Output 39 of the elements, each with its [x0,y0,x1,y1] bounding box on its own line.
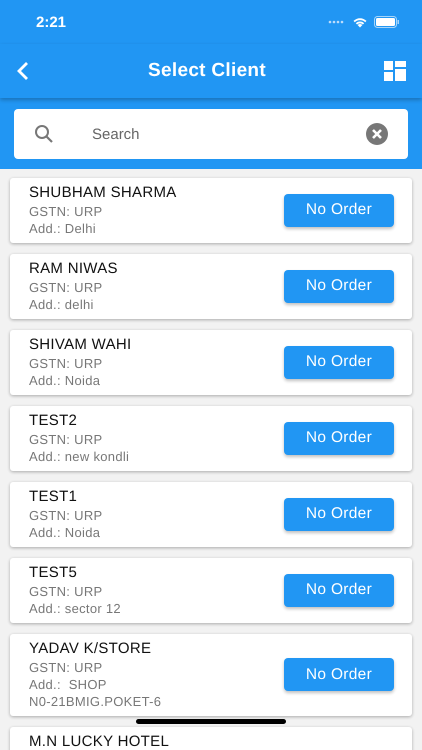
client-name: SHUBHAM SHARMA [29,183,178,203]
client-address: Add.: sector 12 [29,600,122,617]
client-gstn: GSTN: URP [29,279,104,296]
back-button[interactable] [16,61,30,81]
wifi-icon [352,16,368,28]
client-name: TEST2 [29,411,78,431]
screen-title: Select Client [148,60,266,82]
client-gstn: GSTN: URP [29,507,104,524]
client-gstn: GSTN: URP [29,203,104,220]
client-gstn: GSTN: URP [29,355,104,372]
battery-icon [374,16,400,28]
client-address: Add.: Delhi [29,220,97,237]
client-card[interactable]: YADAV K/STORE GSTN: URP Add.: SHOP N0-21BMIG.POKET-6 No Order [10,634,412,716]
client-gstn: GSTN: URP [29,583,104,600]
client-address: Add.: Noida [29,524,102,541]
client-name: TEST5 [29,563,78,583]
status-time: 2:21 [36,14,66,30]
client-card[interactable]: SHUBHAM SHARMA GSTN: URP Add.: Delhi No Order [10,178,412,243]
client-address: Add.: delhi [29,296,95,313]
client-address: Add.: SHOP N0-21BMIG.POKET-6 [29,676,162,710]
client-card[interactable]: TEST2 GSTN: URP Add.: new kondli No Order [10,406,412,471]
client-address: Add.: new kondli [29,448,130,465]
client-gstn: GSTN: URP [29,431,104,448]
client-name: SHIVAM WAHI [29,335,132,355]
client-card[interactable]: RAM NIWAS GSTN: URP Add.: delhi No Order [10,254,412,319]
search-icon [34,124,54,144]
clear-button[interactable] [366,123,388,145]
dashboard-button[interactable] [384,61,406,81]
client-card[interactable]: M.N LUCKY HOTEL [10,727,412,750]
signal-icon [328,20,346,24]
client-address: Add.: Noida [29,372,102,389]
client-gstn: GSTN: URP [29,659,104,676]
client-name: TEST1 [29,487,78,507]
client-card[interactable]: TEST1 GSTN: URP Add.: Noida No Order [10,482,412,547]
client-name: RAM NIWAS [29,259,119,279]
client-name: YADAV K/STORE [29,639,152,659]
client-name: M.N LUCKY HOTEL [29,732,170,750]
client-card[interactable]: SHIVAM WAHI GSTN: URP Add.: Noida No Order [10,330,412,395]
client-card[interactable]: TEST5 GSTN: URP Add.: sector 12 No Order [10,558,412,623]
